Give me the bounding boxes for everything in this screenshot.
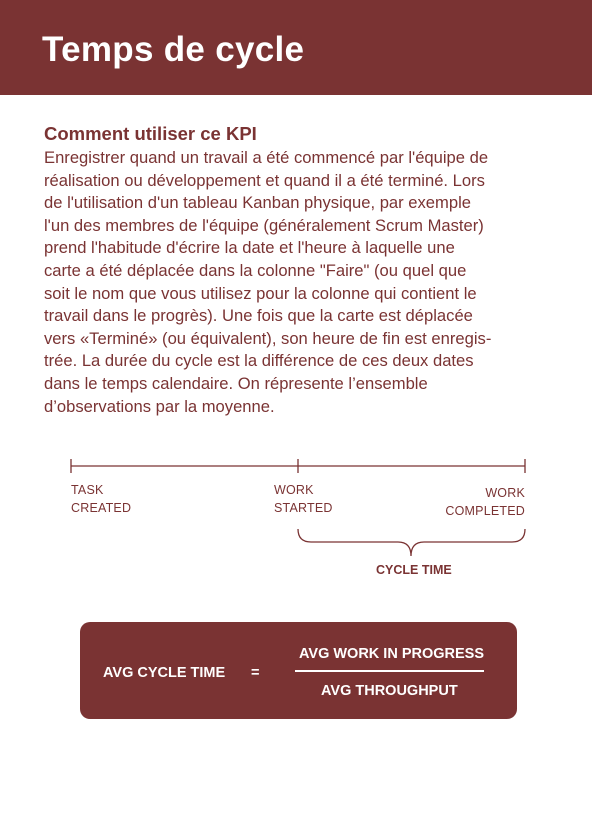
cycle-time-brace [297,528,526,557]
work-completed-label: WORK COMPLETED [445,486,525,518]
task-created-label: TASK CREATED [71,483,132,515]
formula-box: AVG CYCLE TIME = AVG WORK IN PROGRESS AV… [80,622,517,719]
cycle-time-label: CYCLE TIME [376,563,452,577]
work-started-label: WORK STARTED [274,483,333,515]
formula-numerator: AVG WORK IN PROGRESS [299,646,485,662]
formula-left-term: AVG CYCLE TIME [103,665,226,681]
formula-equals-sign: = [251,665,260,681]
formula-denominator: AVG THROUGHPUT [321,683,458,699]
fraction-bar [295,670,484,672]
